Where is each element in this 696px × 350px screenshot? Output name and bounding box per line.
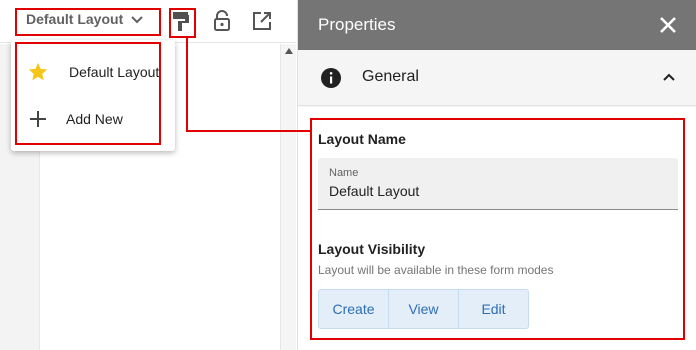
lock-open-icon bbox=[214, 10, 230, 31]
menu-item-label: Default Layout bbox=[69, 64, 160, 80]
lock-button[interactable] bbox=[209, 8, 235, 34]
properties-panel: Properties General Layout Name Name Defa… bbox=[297, 0, 696, 350]
layout-selector-label: Default Layout bbox=[26, 11, 124, 27]
panel-header: Properties bbox=[298, 0, 696, 50]
mode-create-button[interactable]: Create bbox=[319, 290, 388, 328]
menu-item-label: Add New bbox=[66, 111, 123, 127]
scroll-up-arrow-icon[interactable] bbox=[285, 48, 293, 54]
canvas-scrollbar[interactable] bbox=[280, 44, 296, 350]
plus-icon bbox=[30, 111, 46, 127]
paint-roller-icon bbox=[173, 12, 189, 31]
layout-dropdown-menu: Default Layout Add New bbox=[11, 40, 175, 151]
form-mode-toggle-group: Create View Edit bbox=[318, 289, 529, 329]
chevron-up-icon[interactable] bbox=[661, 69, 677, 85]
mode-view-button[interactable]: View bbox=[388, 290, 458, 328]
general-section-header[interactable]: General bbox=[298, 50, 696, 106]
field-caption: Name bbox=[329, 167, 359, 179]
layout-name-heading: Layout Name bbox=[318, 131, 406, 147]
mode-edit-button[interactable]: Edit bbox=[458, 290, 528, 328]
general-section-body: Layout Name Name Default Layout Layout V… bbox=[298, 107, 696, 350]
close-icon[interactable] bbox=[657, 14, 679, 36]
editor-toolbar: Default Layout bbox=[0, 0, 296, 43]
panel-title: Properties bbox=[318, 15, 396, 34]
info-icon bbox=[321, 68, 341, 88]
open-external-icon bbox=[253, 12, 271, 30]
star-icon bbox=[28, 62, 48, 81]
format-painter-button[interactable] bbox=[168, 8, 194, 34]
menu-item-default-layout[interactable]: Default Layout bbox=[11, 52, 175, 92]
layout-name-field[interactable]: Name Default Layout bbox=[318, 158, 678, 210]
layout-selector[interactable]: Default Layout bbox=[26, 11, 145, 27]
chevron-down-icon bbox=[131, 16, 143, 24]
menu-item-add-new[interactable]: Add New bbox=[11, 99, 175, 139]
layout-visibility-heading: Layout Visibility bbox=[318, 241, 426, 257]
field-value: Default Layout bbox=[329, 183, 420, 199]
section-title: General bbox=[362, 68, 419, 85]
open-external-button[interactable] bbox=[249, 8, 275, 34]
visibility-hint: Layout will be available in these form m… bbox=[318, 263, 554, 277]
